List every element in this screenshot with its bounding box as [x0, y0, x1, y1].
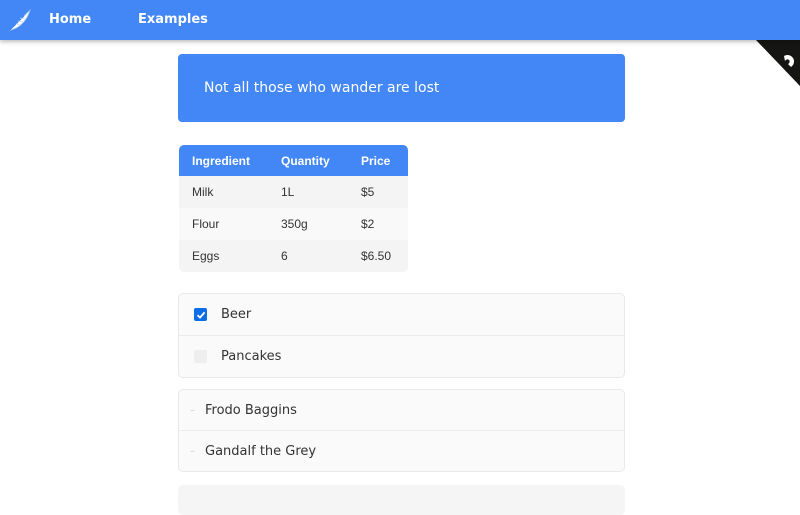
cell-price: $6.50	[361, 240, 408, 272]
header-ingredient: Ingredient	[179, 145, 281, 176]
top-navbar: Home Examples	[0, 0, 800, 40]
dash-bullet-icon: –	[190, 404, 195, 416]
nav-home-link[interactable]: Home	[49, 0, 91, 40]
cell-price: $5	[361, 176, 408, 208]
checklist-item-label: Beer	[221, 307, 252, 322]
list-item[interactable]: – Frodo Baggins	[179, 390, 624, 430]
cell-ingredient: Flour	[179, 208, 281, 240]
feather-icon[interactable]	[6, 6, 34, 34]
dash-bullet-icon: –	[190, 445, 195, 457]
list-item-label: Gandalf the Grey	[205, 443, 317, 459]
checklist-item-pancakes[interactable]: Pancakes	[179, 335, 624, 377]
table-header-row: Ingredient Quantity Price	[179, 145, 408, 176]
list-item[interactable]: – Gandalf the Grey	[179, 430, 624, 471]
header-price: Price	[361, 145, 408, 176]
quote-banner: Not all those who wander are lost	[178, 54, 625, 122]
checkbox-checked[interactable]	[194, 308, 207, 321]
nav-examples-link[interactable]: Examples	[138, 0, 208, 40]
ingredients-table: Ingredient Quantity Price Milk 1L $5 Flo…	[179, 145, 408, 272]
table-row: Flour 350g $2	[179, 208, 408, 240]
checkmark-icon	[196, 311, 205, 319]
cell-ingredient: Milk	[179, 176, 281, 208]
checklist-item-beer[interactable]: Beer	[179, 294, 624, 335]
table-row: Eggs 6 $6.50	[179, 240, 408, 272]
checkbox-unchecked[interactable]	[194, 350, 207, 363]
character-list: – Frodo Baggins – Gandalf the Grey	[178, 389, 625, 472]
banner-text: Not all those who wander are lost	[204, 80, 440, 96]
checklist-item-label: Pancakes	[221, 349, 282, 364]
list-item-label: Frodo Baggins	[205, 402, 297, 418]
cell-price: $2	[361, 208, 408, 240]
cell-ingredient: Eggs	[179, 240, 281, 272]
cell-quantity: 1L	[281, 176, 361, 208]
next-panel	[178, 485, 625, 515]
header-quantity: Quantity	[281, 145, 361, 176]
checkbox-list: Beer Pancakes	[178, 293, 625, 378]
cell-quantity: 350g	[281, 208, 361, 240]
github-corner-icon[interactable]	[756, 40, 800, 86]
table-row: Milk 1L $5	[179, 176, 408, 208]
cell-quantity: 6	[281, 240, 361, 272]
